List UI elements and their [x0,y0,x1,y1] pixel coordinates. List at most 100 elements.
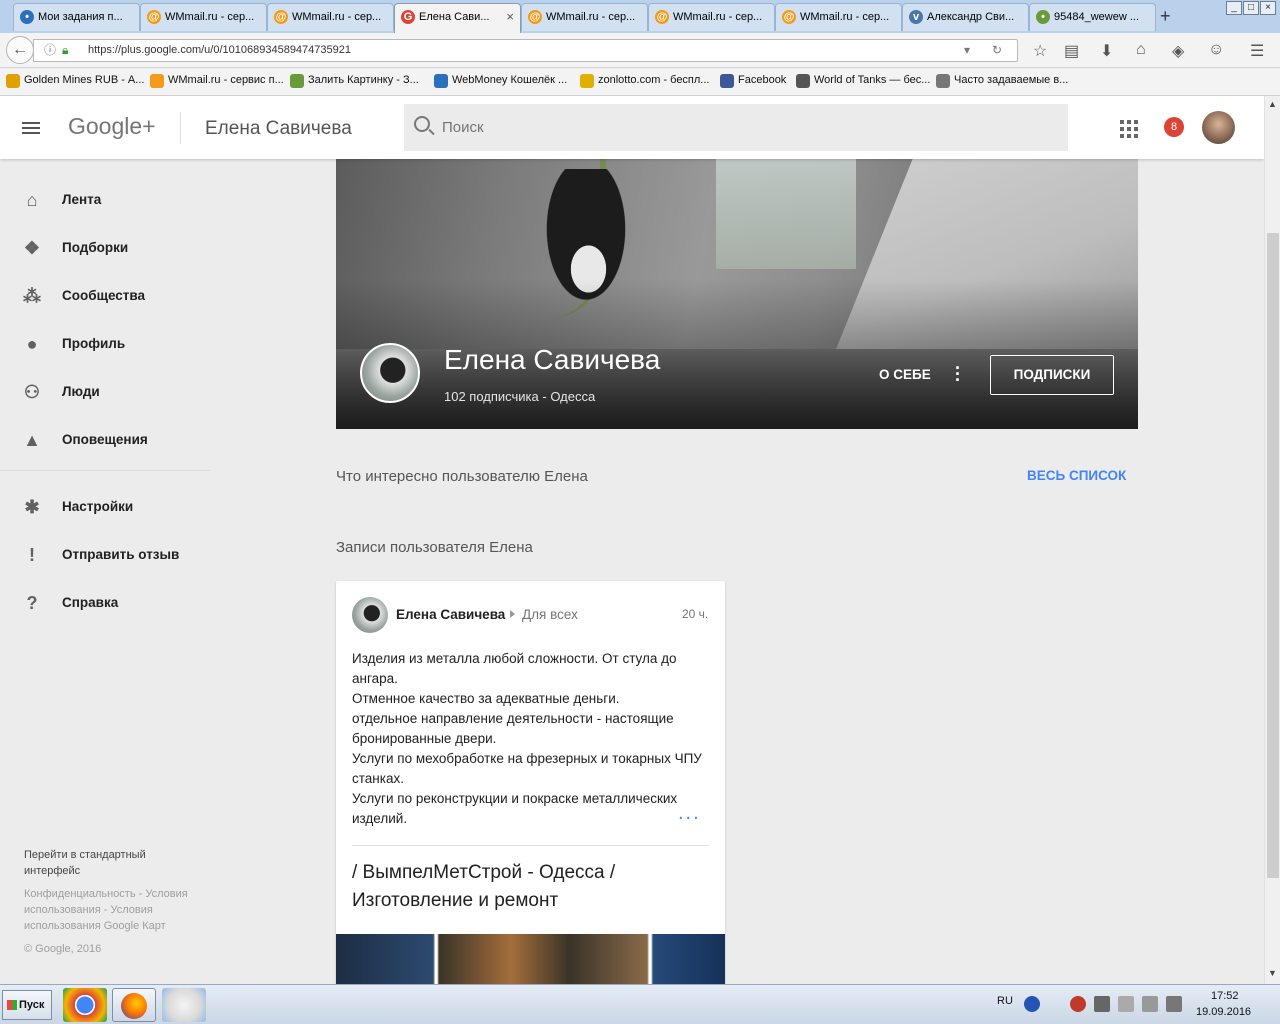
minimize-button[interactable]: _ [1226,1,1242,15]
nav-item[interactable]: ✱ Настройки [0,483,210,531]
profile-avatar[interactable] [360,343,420,403]
tab-title: WMmail.ru - сер... [800,11,890,23]
home-icon[interactable]: ⌂ [1136,41,1146,59]
bookmark-item[interactable]: WebMoney Кошелёк ... [432,74,568,88]
bookmark-item[interactable]: Golden Mines RUB - А... [4,74,144,88]
reading-list-icon[interactable]: ▤ [1064,41,1079,61]
scroll-thumb[interactable] [1267,233,1279,878]
pocket-icon[interactable]: ◈ [1172,41,1184,61]
user-avatar[interactable] [1202,111,1235,144]
post-author-avatar[interactable] [352,597,388,633]
post-card[interactable]: Елена Савичева Для всех 20 ч. Изделия из… [336,581,725,984]
browser-tab[interactable]: @ WMmail.ru - сер... [775,3,902,31]
nav-item[interactable]: ⚇ Люди [0,368,210,416]
bookmark-label: zonlotto.com - беспл... [598,74,710,86]
clock-date[interactable]: 19.09.2016 [1196,1006,1251,1018]
dropdown-icon[interactable]: ▾ [964,40,970,61]
google-plus-logo[interactable]: Google+ [68,113,156,140]
browser-tab[interactable]: @ WMmail.ru - сер... [521,3,648,31]
language-indicator[interactable]: RU [997,995,1013,1007]
security-icon[interactable] [1070,996,1086,1012]
post-author[interactable]: Елена Савичева [396,607,505,622]
about-button[interactable]: О СЕБЕ [879,367,931,382]
chat-icon[interactable]: ☺ [1208,41,1224,59]
browser-tab[interactable]: v Александр Сви... [902,3,1029,31]
apps-grid-icon[interactable] [1120,120,1138,138]
page-icon [936,74,950,88]
firefox-taskbar-button[interactable] [112,988,156,1022]
nav-item-label: Люди [62,384,100,399]
browser-tab[interactable]: @ WMmail.ru - сер... [267,3,394,31]
new-tab-button[interactable]: + [1160,6,1171,27]
volume-icon[interactable] [1094,996,1110,1012]
page: Google+ Елена Савичева 8 ⌂ Лента ❖ Подборки… [0,96,1264,984]
link-preview-image[interactable] [336,934,725,984]
browser-tab[interactable]: • Мои задания п... [13,3,140,31]
browser-tab[interactable]: @ WMmail.ru - сер... [140,3,267,31]
left-nav: ⌂ Лента ❖ Подборки ⁂ Сообщества ● Профиль ⚇ Люди ▲… [0,159,210,984]
link-title[interactable]: / ВымпелМетСтрой - Одесса / Изготовление… [352,859,709,915]
reload-icon[interactable]: ↻ [992,40,1002,61]
nav-item[interactable]: ▲ Оповещения [0,416,210,464]
vertical-scrollbar[interactable]: ▲ ▼ [1264,96,1280,984]
at-icon: @ [528,10,542,24]
all-list-link[interactable]: ВЕСЬ СПИСОК [1027,468,1126,483]
bookmark-item[interactable]: WMmail.ru - сервис п... [148,74,284,88]
footer-links[interactable]: Конфиденциальность - Условия использован… [24,886,210,934]
nav-item[interactable]: ● Профиль [0,320,210,368]
hamburger-icon[interactable] [22,122,40,134]
bookmark-item[interactable]: Facebook [718,74,787,88]
menu-icon[interactable]: ☰ [1250,41,1264,61]
nav-item[interactable]: ! Отправить отзыв [0,531,210,579]
info-icon[interactable]: ⓘ [44,40,56,61]
posts-heading: Записи пользователя Елена [336,539,533,556]
more-options-icon[interactable]: · · · [955,359,961,389]
search-icon [414,116,430,132]
bookmark-item[interactable]: Залить Картинку - З... [288,74,419,88]
browser-tab[interactable]: • 95484_wewew ... [1029,3,1156,31]
nav-item-label: Оповещения [62,432,148,447]
search-input[interactable] [442,104,1042,151]
scroll-up-icon[interactable]: ▲ [1268,99,1277,109]
start-button[interactable]: Пуск [2,990,52,1020]
gear-icon: ✱ [24,497,40,517]
browser-tab[interactable]: G Елена Сави... × [394,3,521,33]
nav-item[interactable]: ❖ Подборки [0,224,210,272]
ruble-icon [580,74,594,88]
post-time[interactable]: 20 ч. [682,607,708,621]
network-icon[interactable] [1118,996,1134,1012]
close-window-button[interactable]: × [1260,1,1276,15]
browser-tab[interactable]: @ WMmail.ru - сер... [648,3,775,31]
bookmark-item[interactable]: zonlotto.com - беспл... [578,74,710,88]
download-icon[interactable]: ⬇ [1100,41,1113,61]
nav-item[interactable]: ⁂ Сообщества [0,272,210,320]
bookmark-label: WebMoney Кошелёк ... [452,74,568,86]
nav-item[interactable]: ⌂ Лента [0,176,210,224]
maximize-button[interactable]: □ [1243,1,1259,15]
nav-item[interactable]: ? Справка [0,579,210,627]
back-button[interactable]: ← [6,36,34,64]
bookmark-item[interactable]: Часто задаваемые в... [934,74,1068,88]
star-icon[interactable]: ☆ [1033,41,1047,61]
address-bar[interactable]: ⓘ 🔒︎ https://plus.google.com/u/0/1010689… [33,39,1018,62]
bluetooth-icon[interactable] [1166,996,1182,1012]
post-audience: Для всех [522,607,578,622]
nav-item-label: Отправить отзыв [62,547,180,562]
follows-button[interactable]: ПОДПИСКИ [990,355,1114,395]
classic-interface-link[interactable]: Перейти в стандартный интерфейс [24,847,174,879]
bookmark-label: Facebook [738,74,787,86]
bookmark-item[interactable]: World of Tanks — бес... [794,74,930,88]
scroll-down-icon[interactable]: ▼ [1268,968,1277,978]
search-box[interactable] [404,104,1068,151]
clock-time[interactable]: 17:52 [1211,990,1239,1002]
monitor-icon[interactable] [1142,996,1158,1012]
read-more-button[interactable]: ... [678,803,701,823]
tab-title: WMmail.ru - сер... [673,11,763,23]
post-line: Услуги по мехобработке на фрезерных и то… [352,751,702,786]
chrome-icon[interactable] [63,988,107,1022]
help-icon[interactable] [1024,996,1040,1012]
paint-icon[interactable] [162,988,206,1022]
close-tab-icon[interactable]: × [506,4,514,30]
notifications-badge[interactable]: 8 [1164,117,1184,137]
at-icon: @ [782,10,796,24]
